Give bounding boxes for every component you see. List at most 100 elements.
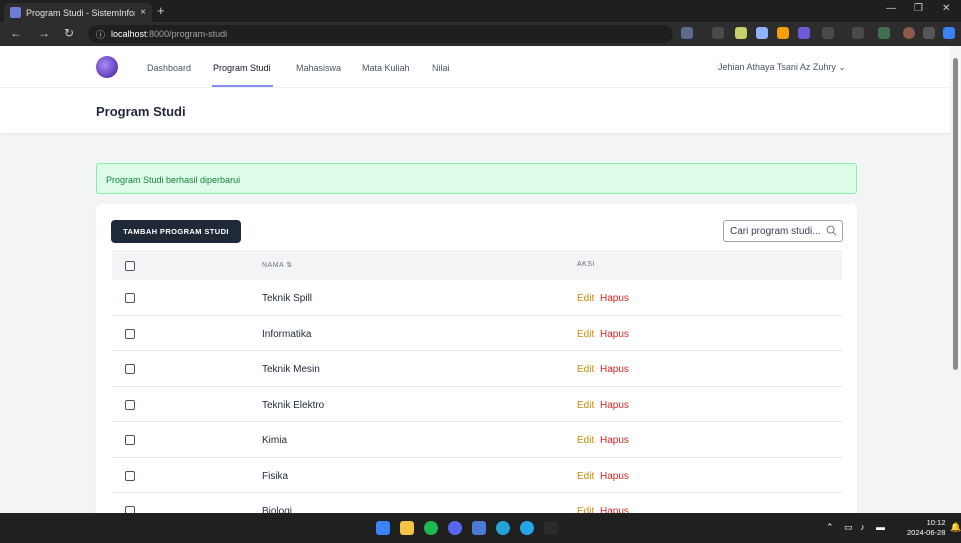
- start-menu-icon[interactable]: [376, 521, 390, 535]
- profile-avatar-icon[interactable]: [903, 27, 915, 39]
- select-all-checkbox[interactable]: [125, 261, 135, 271]
- table-row: Teknik Elektro Edit Hapus: [112, 387, 842, 422]
- nav-dashboard[interactable]: Dashboard: [147, 63, 191, 73]
- edit-link[interactable]: Edit: [577, 364, 594, 375]
- back-icon[interactable]: ←: [10, 26, 22, 40]
- program-name: Teknik Mesin: [262, 364, 320, 375]
- notes-icon[interactable]: [472, 521, 486, 535]
- column-header-aksi: AKSI: [577, 261, 595, 268]
- edit-link[interactable]: Edit: [577, 400, 594, 411]
- forward-icon[interactable]: →: [38, 26, 50, 40]
- program-name: Fisika: [262, 470, 289, 482]
- file-explorer-icon[interactable]: [400, 521, 414, 535]
- extension-icon[interactable]: [756, 27, 768, 39]
- column-header-nama[interactable]: NAMA ⇅: [262, 261, 293, 269]
- close-window-icon[interactable]: ✕: [942, 3, 950, 14]
- page-title: Program Studi: [96, 104, 186, 119]
- delete-link[interactable]: Hapus: [600, 329, 629, 340]
- terminal-icon[interactable]: [544, 521, 558, 535]
- system-clock[interactable]: 10:12 2024-06-28: [907, 518, 945, 538]
- extension-icon[interactable]: [798, 27, 810, 39]
- row-checkbox[interactable]: [125, 293, 135, 303]
- program-studi-card: TAMBAH PROGRAM STUDI Cari program studi.…: [96, 204, 857, 529]
- success-alert: Program Studi berhasil diperbarui: [96, 163, 857, 194]
- table-row: Teknik Spill Edit Hapus: [112, 280, 842, 316]
- volume-icon[interactable]: ♪: [860, 522, 865, 532]
- edit-link[interactable]: Edit: [577, 293, 594, 304]
- delete-link[interactable]: Hapus: [600, 364, 629, 375]
- new-tab-button[interactable]: +: [157, 3, 165, 18]
- battery-icon[interactable]: ▬: [876, 522, 885, 532]
- row-checkbox[interactable]: [125, 435, 135, 445]
- url-host: localhost: [111, 29, 147, 39]
- row-checkbox[interactable]: [125, 328, 135, 339]
- edge-browser-icon[interactable]: [496, 521, 510, 535]
- nav-nilai[interactable]: Nilai: [432, 63, 450, 73]
- app-icon[interactable]: [520, 521, 534, 535]
- browser-tab[interactable]: Program Studi - SistemInformasi ×: [4, 3, 152, 22]
- browser-tab-bar: Program Studi - SistemInformasi × + — ❐ …: [0, 0, 961, 22]
- search-input[interactable]: Cari program studi...: [723, 220, 843, 242]
- downloads-icon[interactable]: [878, 27, 890, 39]
- tray-chevron-up-icon[interactable]: ⌃: [826, 522, 834, 533]
- clock-time: 10:12: [926, 518, 946, 527]
- row-checkbox[interactable]: [125, 470, 135, 481]
- nav-mata-kuliah[interactable]: Mata Kuliah: [362, 63, 410, 73]
- program-name: Teknik Elektro: [262, 399, 325, 411]
- copilot-icon[interactable]: [943, 27, 955, 39]
- refresh-extension-icon[interactable]: [822, 27, 834, 39]
- row-checkbox[interactable]: [125, 364, 135, 374]
- edit-link[interactable]: Edit: [577, 435, 594, 446]
- tab-close-icon[interactable]: ×: [140, 7, 146, 18]
- page-header: Program Studi: [0, 88, 950, 133]
- url-field[interactable]: ⓘ localhost:8000/program-studi: [88, 25, 673, 43]
- reload-icon[interactable]: ↻: [64, 26, 74, 40]
- user-name: Jehian Athaya Tsani Az Zuhry: [718, 62, 836, 72]
- table-row: Teknik Mesin Edit Hapus: [112, 351, 842, 387]
- delete-link[interactable]: Hapus: [600, 435, 629, 446]
- chevron-down-icon: ⌄: [838, 62, 846, 72]
- row-checkbox[interactable]: [125, 399, 135, 410]
- tab-title: Program Studi - SistemInformasi: [26, 7, 135, 18]
- delete-link[interactable]: Hapus: [600, 471, 629, 482]
- bookmark-star-icon[interactable]: [712, 27, 724, 39]
- maximize-icon[interactable]: ❐: [914, 3, 923, 14]
- table-row: Kimia Edit Hapus: [112, 422, 842, 458]
- table-header: NAMA ⇅ AKSI: [112, 250, 842, 280]
- notification-bell-icon[interactable]: 🔔: [950, 522, 961, 533]
- network-icon[interactable]: ▭: [844, 522, 853, 533]
- active-nav-indicator: [212, 85, 273, 87]
- extension-icon[interactable]: [777, 27, 789, 39]
- program-name: Informatika: [262, 328, 312, 340]
- user-menu[interactable]: Jehian Athaya Tsani Az Zuhry ⌄: [718, 62, 846, 73]
- spotify-icon[interactable]: [424, 521, 438, 535]
- app-logo[interactable]: [96, 56, 118, 78]
- read-aloud-icon[interactable]: [681, 27, 693, 39]
- nav-program-studi[interactable]: Program Studi: [213, 63, 271, 73]
- discord-icon[interactable]: [448, 521, 462, 535]
- more-menu-icon[interactable]: [923, 27, 935, 39]
- extension-icon[interactable]: [735, 27, 747, 39]
- site-favicon-icon: [10, 7, 21, 18]
- program-name: Teknik Spill: [262, 293, 313, 304]
- nav-mahasiswa[interactable]: Mahasiswa: [296, 63, 341, 73]
- search-icon: [826, 225, 837, 236]
- url-path: :8000/program-studi: [146, 29, 228, 39]
- clock-date: 2024-06-28: [907, 528, 946, 537]
- delete-link[interactable]: Hapus: [600, 400, 629, 411]
- os-taskbar: ⌃ ▭ ♪ ▬ 10:12 2024-06-28 🔔: [0, 513, 961, 543]
- split-screen-icon[interactable]: [852, 27, 864, 39]
- table-row: Fisika Edit Hapus: [112, 458, 842, 493]
- page-scrollbar[interactable]: [950, 46, 961, 513]
- edit-link[interactable]: Edit: [577, 471, 594, 482]
- table-row: Informatika Edit Hapus: [112, 316, 842, 351]
- add-program-studi-button[interactable]: TAMBAH PROGRAM STUDI: [111, 220, 241, 243]
- scrollbar-thumb[interactable]: [953, 58, 958, 370]
- search-placeholder: Cari program studi...: [730, 226, 821, 237]
- site-info-icon[interactable]: ⓘ: [96, 28, 105, 41]
- edit-link[interactable]: Edit: [577, 329, 594, 340]
- minimize-icon[interactable]: —: [886, 3, 896, 14]
- delete-link[interactable]: Hapus: [600, 293, 629, 304]
- program-name: Kimia: [262, 435, 288, 446]
- address-bar: ← → ↻ ⓘ localhost:8000/program-studi: [0, 22, 961, 46]
